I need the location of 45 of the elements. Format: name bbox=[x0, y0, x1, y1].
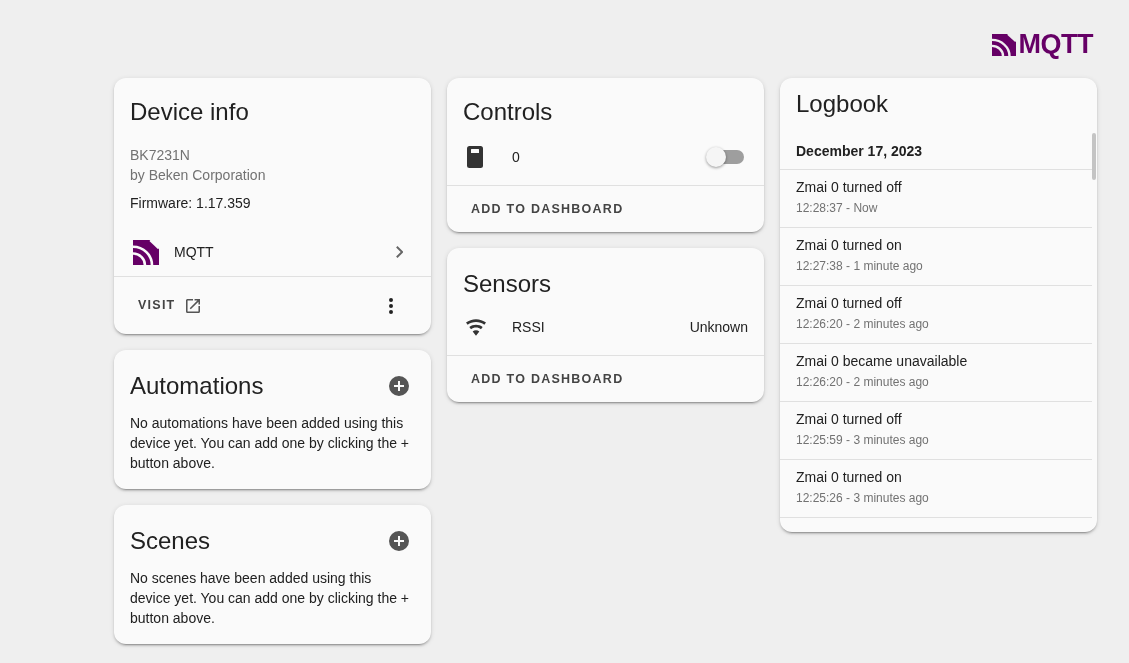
entity-name: RSSI bbox=[512, 318, 546, 337]
external-link-icon bbox=[185, 298, 200, 313]
manufacturer: by Beken Corporation bbox=[130, 166, 267, 185]
toggle-switch[interactable] bbox=[706, 147, 744, 167]
firmware-version: Firmware: 1.17.359 bbox=[130, 194, 252, 213]
add-button[interactable] bbox=[389, 531, 409, 551]
entity-name: 0 bbox=[512, 148, 521, 167]
signal-arcs-icon bbox=[991, 33, 1016, 56]
logo-wordmark: MQTT bbox=[1018, 31, 1093, 58]
add-icon bbox=[389, 531, 409, 551]
add-to-dashboard-button[interactable]: ADD TO DASHBOARD bbox=[455, 191, 640, 227]
wifi-icon bbox=[466, 318, 486, 336]
empty-message: No scenes have been added using this device yet. You can add one by clicking the + button above. bbox=[129, 569, 411, 628]
integration-row[interactable]: MQTT bbox=[114, 228, 431, 276]
card-title: Scenes bbox=[130, 526, 211, 556]
log-time: 12:25:26 - 3 minutes ago bbox=[796, 490, 930, 506]
add-icon bbox=[389, 376, 409, 396]
add-to-dashboard-button[interactable]: ADD TO DASHBOARD bbox=[455, 361, 640, 397]
log-message: Zmai 0 turned off bbox=[796, 178, 903, 197]
kebab-menu-icon bbox=[389, 297, 393, 314]
chevron-right-icon bbox=[395, 246, 403, 258]
log-message: Zmai 0 turned off bbox=[796, 410, 903, 429]
log-time: 12:27:38 - 1 minute ago bbox=[796, 258, 924, 274]
scrollbar-thumb[interactable] bbox=[1092, 133, 1096, 180]
visit-button[interactable]: VISIT bbox=[122, 287, 216, 324]
log-time: 12:26:20 - 2 minutes ago bbox=[796, 316, 930, 332]
log-time: 12:26:20 - 2 minutes ago bbox=[796, 374, 930, 390]
log-message: Zmai 0 turned off bbox=[796, 294, 903, 313]
log-message: Zmai 0 became unavailable bbox=[796, 352, 969, 371]
card-title: Logbook bbox=[795, 89, 890, 119]
light-switch-icon bbox=[467, 146, 483, 168]
card-title: Automations bbox=[130, 371, 264, 401]
empty-message: No automations have been added using this device yet. You can add one by clicking the + button above. bbox=[129, 414, 411, 473]
signal-arcs-icon bbox=[133, 239, 159, 265]
add-button[interactable] bbox=[389, 376, 409, 396]
card-title: Sensors bbox=[462, 269, 553, 299]
log-message: Zmai 0 turned on bbox=[796, 236, 903, 255]
log-time: 12:28:37 - Now bbox=[796, 200, 879, 216]
card-title: Controls bbox=[462, 97, 554, 127]
entity-state: Unknown bbox=[689, 318, 748, 337]
log-message: Zmai 0 turned on bbox=[796, 468, 903, 487]
log-time: 12:25:59 - 3 minutes ago bbox=[796, 432, 930, 448]
device-model: BK7231N bbox=[130, 146, 191, 165]
date-heading: December 17, 2023 bbox=[796, 142, 924, 161]
card-title: Device info bbox=[129, 97, 250, 127]
